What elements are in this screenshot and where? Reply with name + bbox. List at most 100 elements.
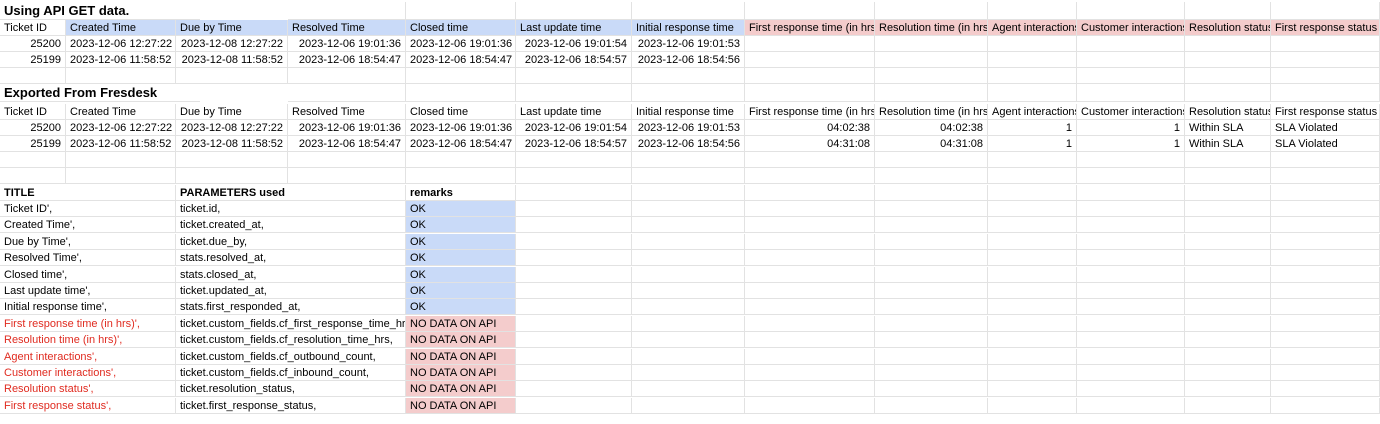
mapping-title-cell[interactable]: Resolved Time', [0,250,82,267]
empty-cell[interactable] [875,68,988,84]
empty-cell[interactable] [66,266,176,283]
empty-cell[interactable] [875,250,988,267]
mapping-remarks-header[interactable]: remarks [406,185,516,201]
empty-cell[interactable] [632,315,745,332]
export-column-header[interactable]: First response status [1271,104,1380,120]
empty-cell[interactable] [516,332,632,349]
empty-cell[interactable] [1271,365,1380,381]
empty-cell[interactable] [1271,315,1380,332]
empty-cell[interactable] [745,84,875,102]
mapping-title-cell[interactable]: Resolution status', [0,381,94,398]
empty-cell[interactable] [1271,2,1380,20]
api-column-header[interactable]: First response time (in hrs) [745,20,875,36]
mapping-title-header[interactable]: TITLE [0,185,176,201]
empty-cell[interactable] [988,185,1077,201]
export-data-cell[interactable]: 2023-12-06 18:54:47 [406,136,516,152]
empty-cell[interactable] [66,168,176,184]
api-data-cell[interactable]: 2023-12-06 19:01:53 [632,36,745,52]
mapping-title-cell[interactable]: Closed time', [0,267,67,283]
api-data-cell[interactable] [745,52,875,68]
empty-cell[interactable] [1185,201,1271,217]
empty-cell[interactable] [1271,217,1380,234]
empty-cell[interactable] [1077,332,1185,349]
empty-cell[interactable] [1077,152,1185,168]
api-data-cell[interactable] [1185,52,1271,68]
empty-cell[interactable] [1185,233,1271,250]
empty-cell[interactable] [632,185,745,201]
export-data-cell[interactable]: 1 [1077,136,1185,152]
mapping-remark-cell[interactable]: OK [406,217,516,234]
empty-cell[interactable] [988,84,1077,102]
empty-cell[interactable] [1077,84,1185,102]
empty-cell[interactable] [875,84,988,102]
empty-cell[interactable] [632,365,745,381]
api-data-cell[interactable] [745,36,875,52]
api-column-header[interactable]: Resolution status [1185,20,1271,36]
empty-cell[interactable] [1271,250,1380,267]
api-data-cell[interactable] [875,52,988,68]
empty-cell[interactable] [288,168,406,184]
empty-cell[interactable] [745,365,875,381]
empty-cell[interactable] [988,152,1077,168]
mapping-param-cell[interactable]: stats.closed_at, [176,266,406,283]
mapping-remark-cell[interactable]: OK [406,266,516,283]
empty-cell[interactable] [632,250,745,267]
export-data-cell[interactable]: 04:02:38 [875,120,988,136]
empty-cell[interactable] [66,152,176,168]
empty-cell[interactable] [516,201,632,217]
empty-cell[interactable] [988,283,1077,299]
empty-cell[interactable] [176,152,288,168]
empty-cell[interactable] [1077,201,1185,217]
empty-cell[interactable] [1185,185,1271,201]
empty-cell[interactable] [1185,299,1271,316]
empty-cell[interactable] [1077,266,1185,283]
empty-cell[interactable] [875,381,988,398]
empty-cell[interactable] [1271,68,1380,84]
mapping-param-cell[interactable]: ticket.updated_at, [176,283,406,299]
empty-cell[interactable] [1077,68,1185,84]
empty-cell[interactable] [632,201,745,217]
empty-cell[interactable] [1271,299,1380,316]
empty-cell[interactable] [745,348,875,365]
empty-cell[interactable] [1271,152,1380,168]
empty-cell[interactable] [1077,168,1185,184]
empty-cell[interactable] [988,397,1077,414]
empty-cell[interactable] [745,2,875,20]
api-data-cell[interactable]: 25200 [0,36,66,52]
export-column-header[interactable]: Resolved Time [288,104,406,120]
api-data-cell[interactable] [1271,36,1380,52]
mapping-param-cell[interactable]: ticket.due_by, [176,233,406,250]
export-data-cell[interactable]: SLA Violated [1271,136,1380,152]
mapping-remark-cell[interactable]: OK [406,283,516,299]
empty-cell[interactable] [516,315,632,332]
empty-cell[interactable] [632,233,745,250]
empty-cell[interactable] [745,397,875,414]
empty-cell[interactable] [988,315,1077,332]
empty-cell[interactable] [1271,332,1380,349]
empty-cell[interactable] [1077,2,1185,20]
empty-cell[interactable] [1185,217,1271,234]
empty-cell[interactable] [875,283,988,299]
mapping-title-cell[interactable]: Last update time', [0,283,91,299]
mapping-remark-cell[interactable]: NO DATA ON API [406,397,516,414]
empty-cell[interactable] [66,233,176,250]
api-data-cell[interactable] [875,36,988,52]
api-data-cell[interactable]: 2023-12-06 19:01:36 [406,36,516,52]
mapping-remark-cell[interactable]: OK [406,299,516,316]
empty-cell[interactable] [66,250,176,267]
mapping-title-cell[interactable]: Agent interactions', [0,349,97,365]
empty-cell[interactable] [1271,201,1380,217]
mapping-remark-cell[interactable]: OK [406,250,516,267]
api-data-cell[interactable] [988,52,1077,68]
empty-cell[interactable] [1077,381,1185,398]
mapping-title-cell[interactable]: Due by Time', [0,234,71,250]
api-column-header[interactable]: Initial response time [632,20,745,36]
api-data-cell[interactable]: 2023-12-06 12:27:22 [66,36,176,52]
mapping-remark-cell[interactable]: NO DATA ON API [406,332,516,349]
empty-cell[interactable] [1077,348,1185,365]
empty-cell[interactable] [745,381,875,398]
empty-cell[interactable] [1185,168,1271,184]
empty-cell[interactable] [406,168,516,184]
empty-cell[interactable] [1185,152,1271,168]
export-data-cell[interactable]: 04:31:08 [745,136,875,152]
